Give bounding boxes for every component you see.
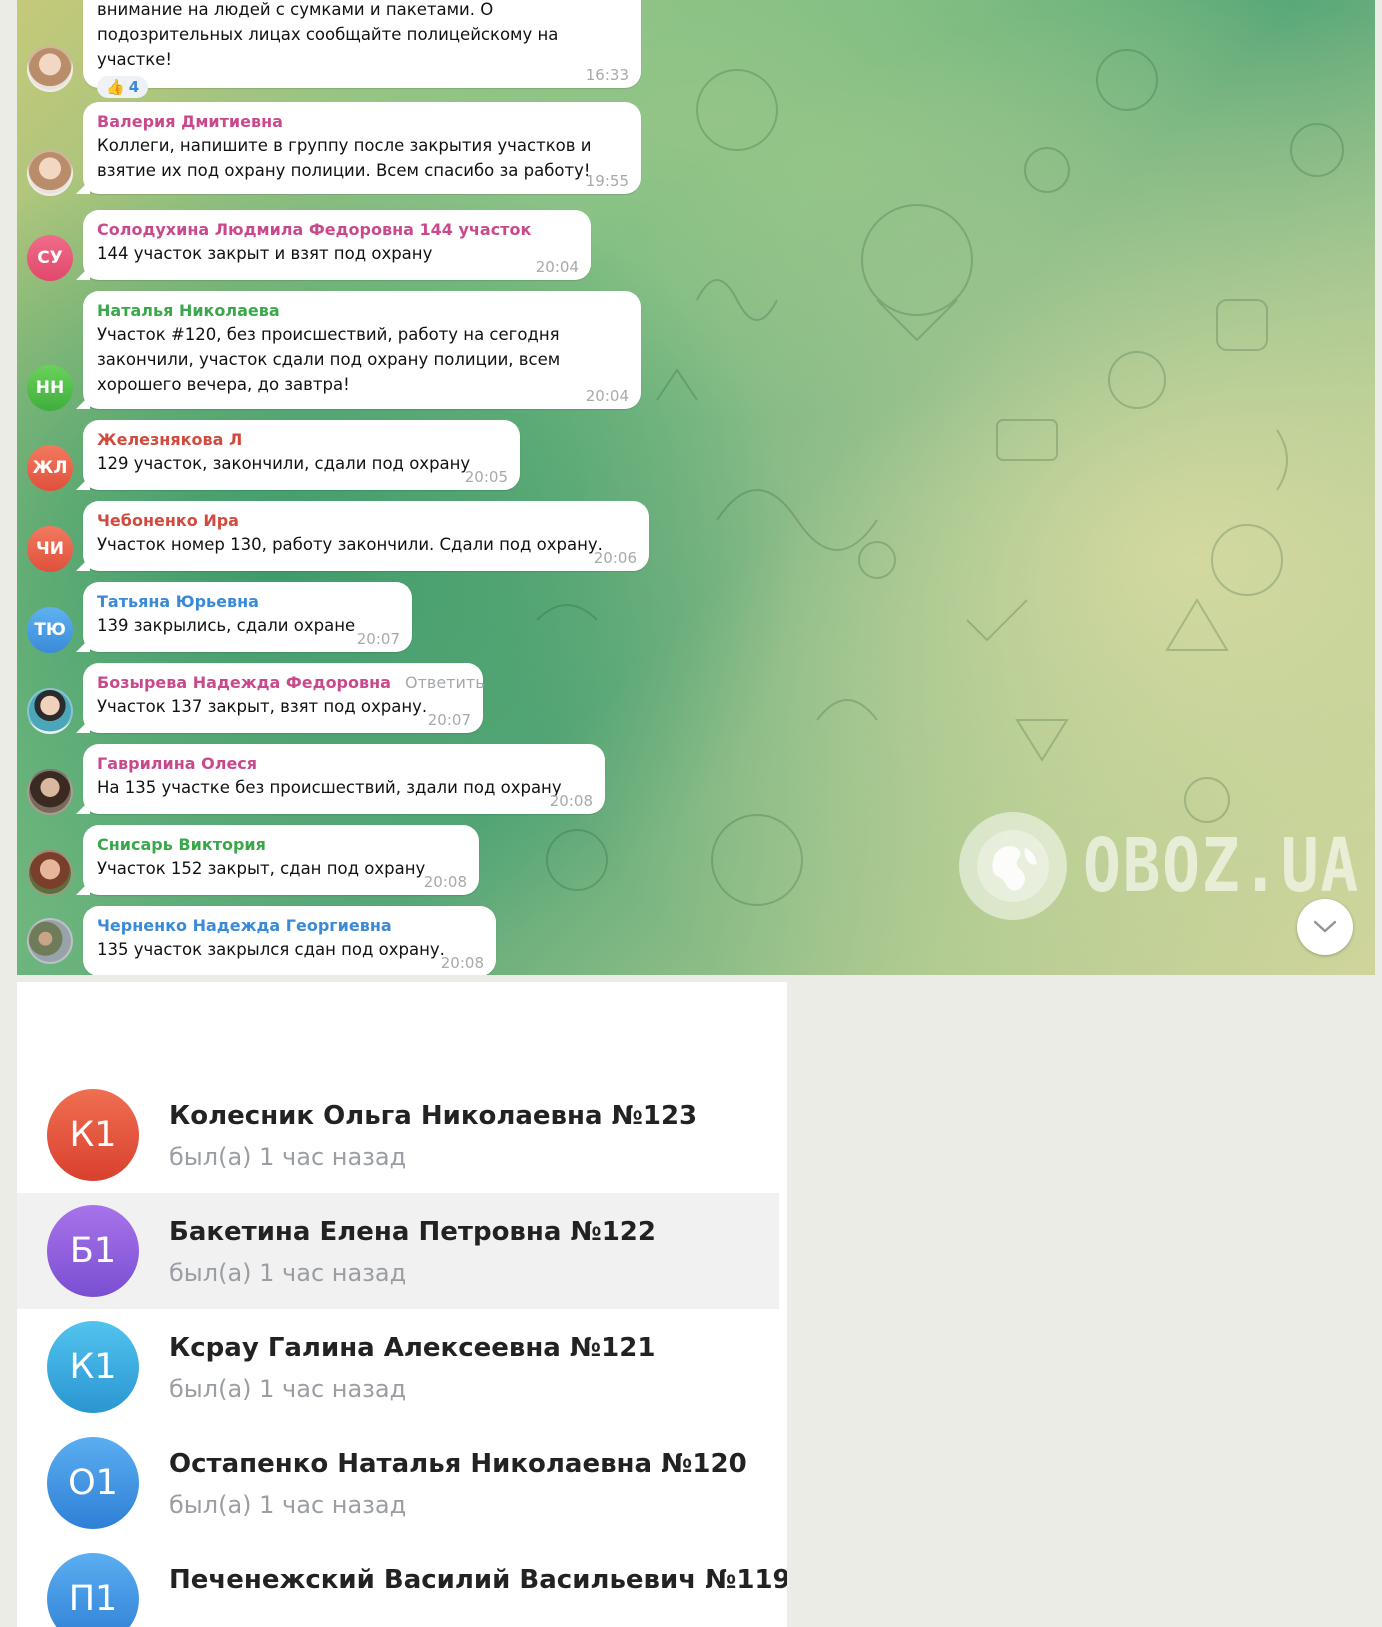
member-row[interactable]: П1 Печенежский Василий Васильевич №119	[17, 1541, 787, 1627]
message-text: 129 участок, закончили, сдали под охрану	[97, 454, 471, 473]
message-time: 20:08	[549, 792, 593, 810]
message-time: 20:05	[464, 468, 508, 486]
message-text: Коллеги, напишите в группу после закрыти…	[97, 136, 592, 180]
message-time: 16:33	[585, 66, 629, 84]
message-time: 20:08	[423, 873, 467, 891]
message-time: 20:06	[593, 549, 637, 567]
message-sender[interactable]: Черненко Надежда Георгиевна	[97, 915, 482, 937]
member-row[interactable]: О1 Остапенко Наталья Николаевна №120 был…	[17, 1425, 779, 1541]
message-text: 139 закрылись, сдали охране	[97, 616, 356, 635]
member-name[interactable]: Ксрау Галина Алексеевна №121	[169, 1333, 655, 1363]
message-bubble[interactable]: Гаврилина Олеся На 135 участке без проис…	[76, 744, 605, 814]
message-bubble[interactable]: Татьяна Юрьевна 139 закрылись, сдали охр…	[76, 582, 412, 652]
sender-name[interactable]: Бозырева Надежда Федоровна	[97, 673, 391, 692]
message-bubble[interactable]: Валерия Дмитиевна Коллеги, напишите в гр…	[76, 102, 641, 194]
message-time: 20:08	[440, 954, 484, 972]
message-sender[interactable]: Снисарь Виктория	[97, 834, 465, 856]
message-sender[interactable]: Татьяна Юрьевна	[97, 591, 398, 613]
message-sender[interactable]: Наталья Николаева	[97, 300, 627, 322]
message-bubble[interactable]: Железнякова Л 129 участок, закончили, сд…	[76, 420, 520, 490]
member-name[interactable]: Остапенко Наталья Николаевна №120	[169, 1449, 747, 1479]
globe-icon	[959, 812, 1067, 920]
avatar-photo[interactable]	[27, 850, 73, 896]
message-text: 135 участок закрылся сдан под охрану.	[97, 940, 445, 959]
message-sender[interactable]: Бозырева Надежда Федоровна Ответить	[97, 672, 485, 694]
avatar-photo[interactable]	[27, 918, 73, 964]
avatar[interactable]: ЖЛ	[27, 445, 73, 491]
avatar-photo[interactable]	[27, 769, 73, 815]
message-bubble[interactable]: Черненко Надежда Георгиевна 135 участок …	[83, 906, 496, 975]
member-status: был(а) 1 час назад	[169, 1375, 407, 1403]
scroll-down-button[interactable]	[1297, 899, 1353, 955]
member-avatar[interactable]: Б1	[47, 1205, 139, 1297]
member-list: К1 Колесник Ольга Николаевна №123 был(а)…	[17, 982, 787, 1627]
member-avatar[interactable]: П1	[47, 1553, 139, 1627]
message-bubble[interactable]: Снисарь Виктория Участок 152 закрыт, сда…	[76, 825, 479, 895]
member-row[interactable]: К1 Колесник Ольга Николаевна №123 был(а)…	[17, 1077, 779, 1193]
message-text: На 135 участке без происшествий, здали п…	[97, 778, 562, 797]
avatar[interactable]: СУ	[27, 235, 73, 281]
reaction-chip[interactable]: 👍 4	[97, 76, 149, 98]
message-sender[interactable]: Чебоненко Ира	[97, 510, 635, 532]
reaction-count: 4	[128, 78, 140, 96]
message-sender[interactable]: Валерия Дмитиевна	[97, 111, 627, 133]
message-time: 19:55	[585, 172, 629, 190]
member-status: был(а) 1 час назад	[169, 1143, 407, 1171]
thumbs-up-icon: 👍	[106, 78, 125, 96]
message-bubble[interactable]: Бозырева Надежда Федоровна Ответить Участ…	[76, 663, 485, 733]
chat-area: внимание на людей с сумками и пакетами. …	[17, 0, 1375, 975]
message-sender[interactable]: Гаврилина Олеся	[97, 753, 591, 775]
reply-link[interactable]: Ответить	[405, 673, 485, 692]
message-text: Участок #120, без происшествий, работу н…	[97, 325, 561, 394]
message-bubble[interactable]: Наталья Николаева Участок #120, без прои…	[76, 291, 641, 409]
chevron-down-icon	[1313, 920, 1337, 933]
member-avatar[interactable]: К1	[47, 1321, 139, 1413]
message-text: внимание на людей с сумками и пакетами. …	[97, 0, 559, 69]
member-avatar[interactable]: О1	[47, 1437, 139, 1529]
avatar-photo[interactable]	[27, 688, 73, 734]
member-row[interactable]: Б1 Бакетина Елена Петровна №122 был(а) 1…	[17, 1193, 779, 1309]
message-time: 20:07	[427, 711, 471, 729]
avatar[interactable]: ЧИ	[27, 526, 73, 572]
message-sender[interactable]: Солодухина Людмила Федоровна 144 участок	[97, 219, 577, 241]
message-text: Участок 137 закрыт, взят под охрану.	[97, 697, 428, 716]
message-time: 20:04	[535, 258, 579, 276]
member-avatar[interactable]: К1	[47, 1089, 139, 1181]
avatar[interactable]: НН	[27, 365, 73, 411]
message-time: 20:04	[585, 387, 629, 405]
message-bubble[interactable]: внимание на людей с сумками и пакетами. …	[83, 0, 641, 98]
member-name[interactable]: Бакетина Елена Петровна №122	[169, 1217, 656, 1247]
member-status: был(а) 1 час назад	[169, 1259, 407, 1287]
message-text: 144 участок закрыт и взят под охрану	[97, 244, 433, 263]
member-name[interactable]: Печенежский Василий Васильевич №119	[169, 1565, 787, 1595]
message-text: Участок 152 закрыт, сдан под охрану	[97, 859, 426, 878]
member-status: был(а) 1 час назад	[169, 1491, 407, 1519]
message-bubble[interactable]: Солодухина Людмила Федоровна 144 участок…	[76, 210, 591, 280]
message-text: Участок номер 130, работу закончили. Сда…	[97, 535, 603, 554]
message-sender[interactable]: Железнякова Л	[97, 429, 506, 451]
avatar-photo[interactable]	[27, 150, 73, 196]
watermark-text: OBOZ.UA	[1083, 823, 1360, 909]
member-name[interactable]: Колесник Ольга Николаевна №123	[169, 1101, 697, 1131]
avatar[interactable]: ТЮ	[27, 607, 73, 653]
avatar-photo[interactable]	[27, 46, 73, 92]
message-bubble[interactable]: Чебоненко Ира Участок номер 130, работу …	[76, 501, 649, 571]
message-time: 20:07	[356, 630, 400, 648]
member-row[interactable]: К1 Ксрау Галина Алексеевна №121 был(а) 1…	[17, 1309, 779, 1425]
